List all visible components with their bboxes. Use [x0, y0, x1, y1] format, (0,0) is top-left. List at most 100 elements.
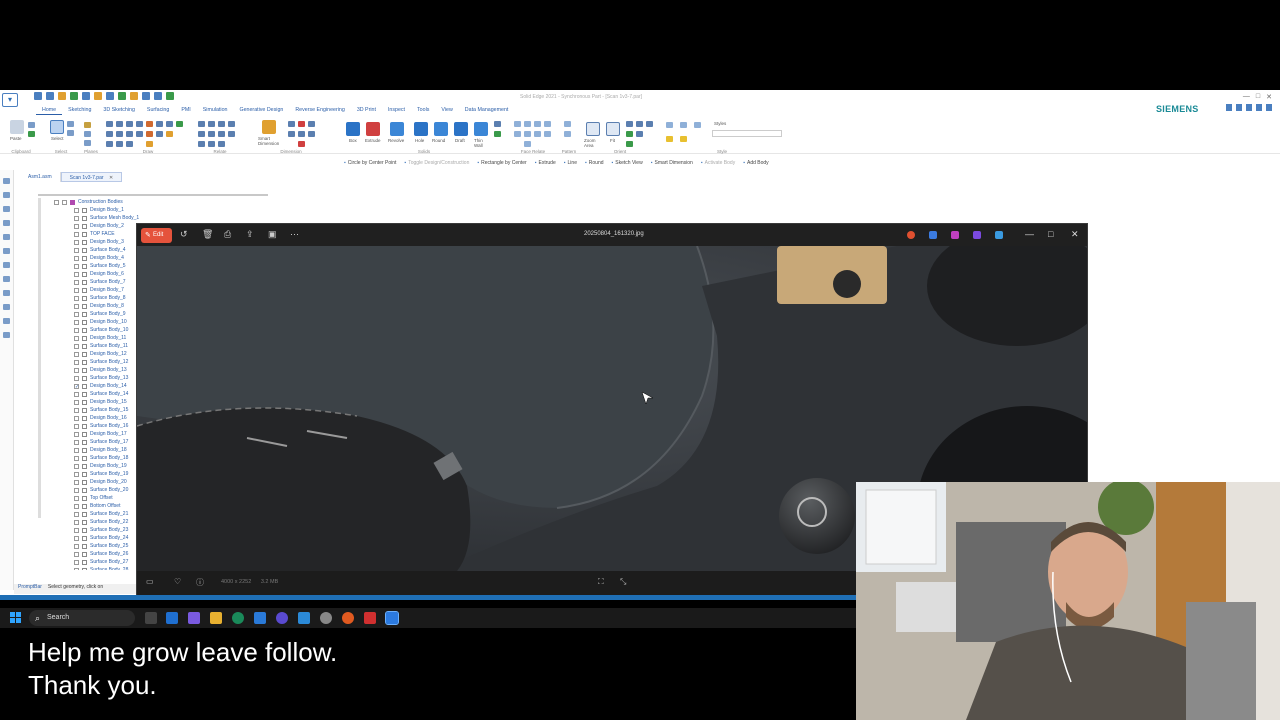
zoom-area-icon[interactable] — [586, 122, 600, 136]
tree-item-checkbox[interactable] — [74, 527, 79, 533]
cmd-sketch-view[interactable]: Sketch View — [612, 160, 642, 166]
plane-icon[interactable] — [84, 140, 91, 146]
favorite-icon[interactable]: ♡ — [174, 577, 181, 586]
spline-icon[interactable] — [126, 141, 133, 147]
relate-icon[interactable] — [228, 121, 235, 127]
plane-icon[interactable] — [84, 131, 91, 137]
color-icon[interactable] — [666, 136, 673, 142]
tree-item[interactable]: Design Body_17 — [40, 430, 140, 438]
view-icon[interactable] — [694, 122, 701, 128]
tree-item[interactable]: Design Body_11 — [40, 334, 140, 342]
tree-item[interactable]: Surface Body_28 — [40, 566, 140, 570]
cmd-extrude[interactable]: Extrude — [535, 160, 556, 166]
tree-item[interactable]: Design Body_20 — [40, 478, 140, 486]
tree-item[interactable]: Surface Body_4 — [40, 246, 140, 254]
smart-dimension-icon[interactable] — [262, 120, 276, 134]
tab-tools[interactable]: Tools — [411, 106, 435, 115]
relate-icon[interactable] — [198, 141, 205, 147]
copilot-icon[interactable] — [907, 231, 915, 239]
face-relate-icon[interactable] — [514, 121, 521, 127]
dimension-icon[interactable] — [288, 131, 295, 137]
face-relate-icon[interactable] — [524, 131, 531, 137]
edge-icon[interactable] — [232, 612, 244, 624]
revolve-icon[interactable] — [390, 122, 404, 136]
windows-start-icon[interactable] — [10, 612, 22, 624]
rotate-icon[interactable]: ↺ — [180, 229, 188, 240]
tree-item[interactable]: Design Body_18 — [40, 446, 140, 454]
rectangle-icon[interactable] — [106, 131, 113, 137]
tree-item-checkbox[interactable] — [74, 463, 79, 469]
tab-pmi[interactable]: PMI — [175, 106, 196, 115]
color-icon[interactable] — [680, 136, 687, 142]
designer-icon[interactable] — [929, 231, 937, 239]
cmd-round[interactable]: Round — [585, 160, 604, 166]
tab-sketching[interactable]: Sketching — [62, 106, 97, 115]
relate-icon[interactable] — [228, 131, 235, 137]
tree-item-checkbox[interactable] — [74, 543, 79, 549]
tree-item[interactable]: Surface Body_20 — [40, 486, 140, 494]
tree-item-checkbox[interactable] — [74, 519, 79, 525]
print-icon[interactable]: ⎙ — [224, 229, 231, 240]
mirror-icon[interactable] — [136, 131, 143, 137]
select-option-icon[interactable] — [67, 130, 74, 136]
tree-item[interactable]: TOP FACE — [40, 230, 140, 238]
tree-item-checkbox[interactable] — [74, 399, 79, 405]
tree-item-checkbox[interactable] — [74, 287, 79, 293]
tree-item-checkbox[interactable] — [74, 223, 79, 229]
tree-root[interactable]: Construction Bodies — [40, 198, 140, 206]
app-icon[interactable] — [254, 612, 266, 624]
tree-item-checkbox[interactable] — [74, 271, 79, 277]
orient-icon[interactable] — [626, 121, 633, 127]
dimension-icon[interactable] — [308, 121, 315, 127]
face-relate-icon[interactable] — [514, 131, 521, 137]
face-relate-icon[interactable] — [524, 141, 531, 147]
onedrive-icon[interactable] — [995, 231, 1003, 239]
app-icon[interactable] — [342, 612, 354, 624]
clipchamp-icon[interactable] — [951, 231, 959, 239]
relate-icon[interactable] — [208, 131, 215, 137]
app-icon[interactable] — [320, 612, 332, 624]
tree-item[interactable]: Design Body_4 — [40, 254, 140, 262]
round-icon[interactable] — [434, 122, 448, 136]
tree-item-checkbox[interactable] — [74, 535, 79, 541]
info-icon[interactable]: ⓘ — [196, 577, 204, 588]
tree-item[interactable]: Design Body_8 — [40, 302, 140, 310]
extrude-icon[interactable] — [366, 122, 380, 136]
tree-item[interactable]: Design Body_19 — [40, 462, 140, 470]
cmd-circle-by-center[interactable]: Circle by Center Point — [344, 160, 397, 166]
tree-item[interactable]: Surface Body_25 — [40, 542, 140, 550]
tree-item-checkbox[interactable] — [74, 431, 79, 437]
minimize-icon[interactable]: — — [1243, 93, 1250, 101]
arc-icon[interactable] — [126, 121, 133, 127]
project-icon[interactable] — [166, 131, 173, 137]
tree-item-checkbox[interactable] — [74, 503, 79, 509]
tree-item-checkbox[interactable] — [74, 311, 79, 317]
promptbar-label[interactable]: PromptBar — [18, 584, 42, 594]
cmd-toggle-construction[interactable]: Toggle Design/Construction — [404, 160, 469, 166]
point-icon[interactable] — [106, 141, 113, 147]
move-icon[interactable] — [156, 131, 163, 137]
taskbar-search[interactable]: Search — [29, 610, 135, 626]
tree-item-checkbox[interactable] — [74, 551, 79, 557]
tree-item-checkbox[interactable] — [74, 247, 79, 253]
view-icon[interactable] — [666, 122, 673, 128]
copy-icon[interactable] — [28, 131, 35, 137]
file-explorer-icon[interactable] — [210, 612, 222, 624]
maximize-icon[interactable]: □ — [1256, 93, 1260, 101]
tree-item[interactable]: Surface Mesh Body_1 — [40, 214, 140, 222]
ellipse-icon[interactable] — [126, 131, 133, 137]
tree-item-checkbox[interactable] — [74, 303, 79, 309]
pattern-icon[interactable] — [564, 121, 571, 127]
polygon-icon[interactable] — [166, 121, 173, 127]
tree-item-checkbox[interactable] — [74, 295, 79, 301]
dimension-icon[interactable] — [298, 141, 305, 147]
tree-item[interactable]: Top Offset — [40, 494, 140, 502]
orient-icon[interactable] — [646, 121, 653, 127]
tree-item[interactable]: Surface Body_19 — [40, 470, 140, 478]
photos-icon[interactable] — [385, 611, 399, 625]
window-controls[interactable]: — □ ✕ — [1243, 93, 1272, 101]
offset-icon[interactable] — [146, 131, 153, 137]
tree-item[interactable]: Surface Body_7 — [40, 278, 140, 286]
face-relate-icon[interactable] — [534, 121, 541, 127]
tree-item[interactable]: Bottom Offset — [40, 502, 140, 510]
